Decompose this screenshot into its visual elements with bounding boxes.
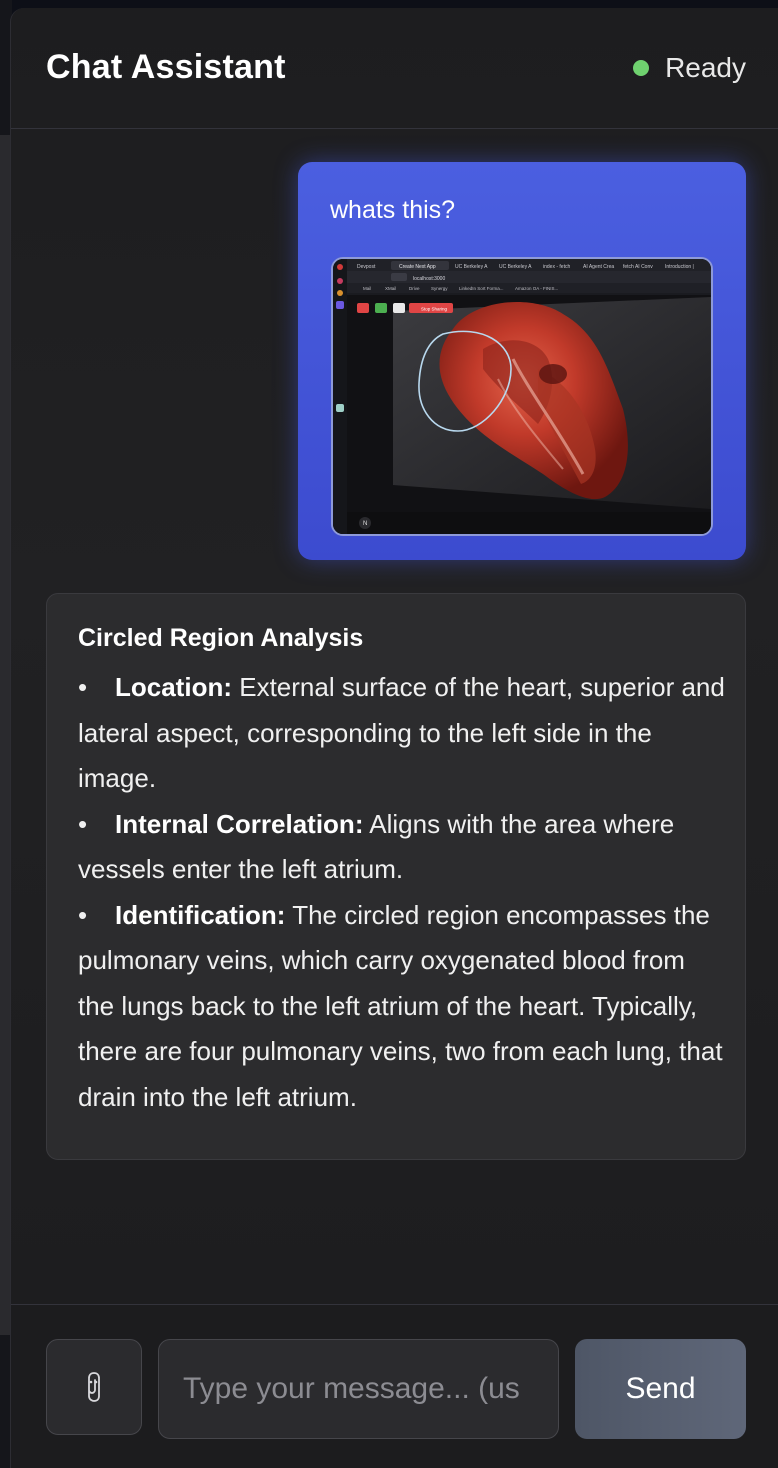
bullet-icon: •	[78, 899, 88, 930]
bookmark-label: Amazon OA - FINIS...	[515, 286, 558, 291]
list-item: • Internal Correlation: Aligns with the a…	[78, 802, 728, 893]
chat-header: Chat Assistant Ready	[11, 8, 778, 129]
status-dot-icon	[633, 60, 650, 76]
tab-label: fetch AI Conv	[623, 264, 653, 270]
chat-title: Chat Assistant	[46, 48, 286, 86]
chat-panel: Chat Assistant Ready whats this? Devpost…	[10, 8, 778, 1468]
paperclip-icon	[88, 1372, 100, 1402]
background-strip	[0, 135, 10, 1335]
tab-label: Create Next App	[399, 264, 436, 270]
bookmark-label: Mail	[363, 286, 371, 291]
tab-label: Introduction |	[665, 264, 694, 270]
bullet-icon: •	[78, 808, 88, 839]
tab-label: UC Berkeley A	[499, 264, 532, 270]
user-message-text: whats this?	[330, 196, 456, 224]
item-label: Location:	[115, 672, 232, 702]
bookmarks-bar: Mail XMail Drive Synergy LinkedIn Sort F…	[363, 286, 558, 291]
tab-label: UC Berkeley A	[455, 264, 488, 270]
heart-screenshot-image: Devpost Create Next App UC Berkeley A UC…	[333, 259, 711, 534]
item-text: The circled region encompasses the pulmo…	[78, 899, 723, 1112]
bookmark-label: Synergy	[431, 286, 448, 291]
assistant-message-bubble: Circled Region Analysis • Location: Exter…	[46, 593, 746, 1160]
user-message-bubble: whats this? Devpost Create Next App UC B…	[298, 162, 746, 560]
bookmark-label: XMail	[385, 286, 396, 291]
svg-text:N: N	[363, 521, 367, 527]
tab-label: Devpost	[357, 264, 376, 270]
bookmark-label: LinkedIn Sort Forma...	[459, 286, 504, 291]
address-bar-url: localhost:3000	[413, 276, 445, 282]
stop-sharing-label: Stop Sharing	[421, 307, 448, 312]
tab-label: AI Agent Crea	[583, 264, 614, 270]
list-item: • Location: External surface of the heart…	[78, 665, 728, 802]
item-label: Internal Correlation:	[115, 808, 364, 839]
list-item: • Identification: The circled region enco…	[78, 893, 728, 1121]
message-composer: Send	[11, 1304, 778, 1468]
attach-button[interactable]	[46, 1339, 142, 1435]
assistant-heading: Circled Region Analysis	[78, 624, 364, 652]
attached-screenshot[interactable]: Devpost Create Next App UC Berkeley A UC…	[331, 257, 713, 536]
item-label: Identification:	[115, 899, 286, 930]
assistant-analysis-list: • Location: External surface of the heart…	[78, 665, 728, 1120]
status-indicator: Ready	[633, 52, 746, 84]
tab-label: index - fetch	[543, 264, 570, 270]
send-button[interactable]: Send	[575, 1339, 746, 1439]
bookmark-label: Drive	[409, 286, 420, 291]
bullet-icon: •	[78, 672, 88, 702]
status-label: Ready	[665, 52, 746, 83]
message-input[interactable]	[158, 1339, 559, 1439]
